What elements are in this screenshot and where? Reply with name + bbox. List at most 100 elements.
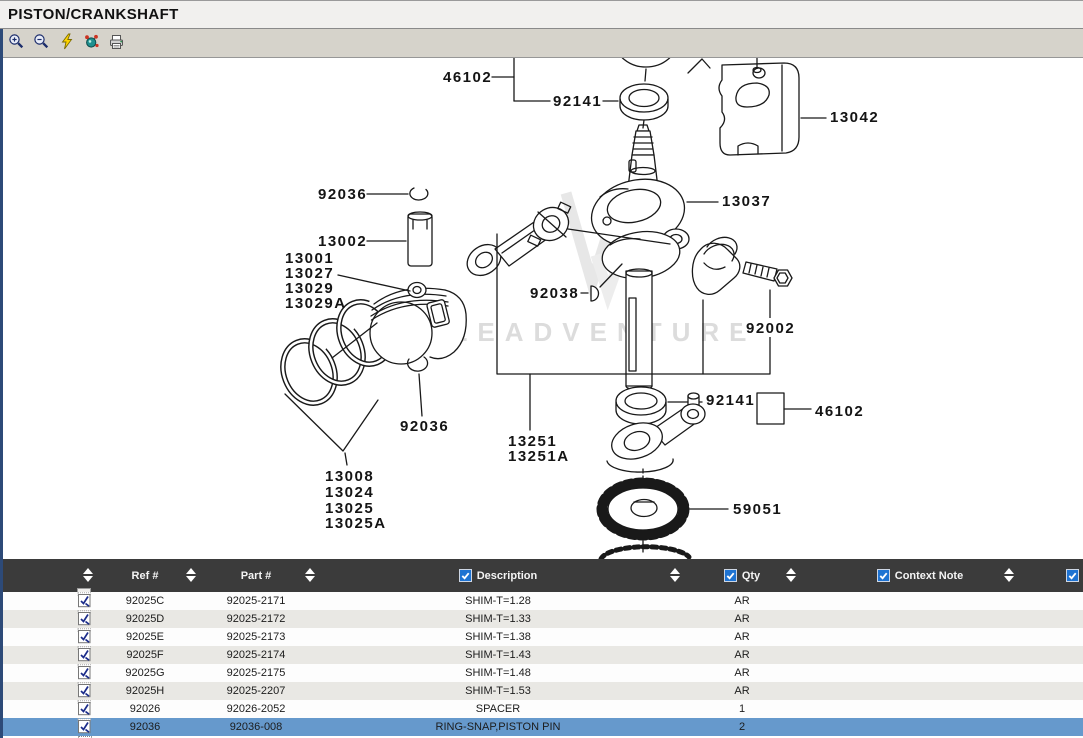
part-label[interactable]: 92036 bbox=[318, 186, 367, 203]
part-label[interactable]: 46102 bbox=[443, 69, 492, 86]
qty-cell: AR bbox=[664, 664, 820, 682]
description-column-checkbox[interactable] bbox=[459, 569, 472, 582]
sort-arrows[interactable] bbox=[786, 568, 797, 584]
order-sheet-icon[interactable] bbox=[77, 718, 92, 736]
print-icon bbox=[108, 34, 125, 53]
context-note-cell bbox=[820, 700, 1020, 718]
print-button[interactable] bbox=[107, 33, 125, 53]
description-cell: SHIM-T=1.48 bbox=[332, 664, 664, 682]
ref-cell: 92025F bbox=[110, 646, 180, 664]
part-label[interactable]: 13029A bbox=[285, 295, 347, 312]
part-label[interactable]: 13042 bbox=[830, 109, 879, 126]
part-label[interactable]: 92036 bbox=[400, 418, 449, 435]
description-cell: SHIM-T=1.38 bbox=[332, 628, 664, 646]
sort-arrows[interactable] bbox=[186, 568, 197, 584]
sort-arrows[interactable] bbox=[670, 568, 681, 584]
context-note-cell bbox=[820, 664, 1020, 682]
qty-cell: AR bbox=[664, 628, 820, 646]
qty-column-checkbox[interactable] bbox=[724, 569, 737, 582]
parts-table-header: Ref # Part # Description Qty Context Not… bbox=[0, 559, 1083, 592]
table-row[interactable]: 92026 92026-2052 SPACER 1 bbox=[0, 700, 1083, 718]
order-sheet-icon[interactable] bbox=[77, 610, 92, 628]
part-number-cell: 92025-2172 bbox=[180, 610, 332, 628]
ref-cell: 92025C bbox=[110, 592, 180, 610]
part-label[interactable]: 92002 bbox=[746, 320, 795, 337]
part-label[interactable]: 59051 bbox=[733, 501, 782, 518]
zoom-in-button[interactable] bbox=[7, 33, 25, 53]
qty-cell: 2 bbox=[664, 718, 820, 736]
order-sheet-icon[interactable] bbox=[77, 682, 92, 700]
description-cell: RING-SNAP,PISTON PIN bbox=[332, 718, 664, 736]
part-number-cell: 92036-008 bbox=[180, 718, 332, 736]
window-left-border bbox=[0, 29, 3, 738]
part-label[interactable]: 92141 bbox=[553, 93, 602, 110]
extra-cell bbox=[1020, 610, 1083, 628]
sort-arrows[interactable] bbox=[1004, 568, 1015, 584]
column-header-description: Description bbox=[332, 559, 664, 592]
table-row[interactable]: 92025G 92025-2175 SHIM-T=1.48 AR bbox=[0, 664, 1083, 682]
order-sheet-icon[interactable] bbox=[77, 664, 92, 682]
context-note-cell bbox=[820, 592, 1020, 610]
part-label[interactable]: 13024 bbox=[325, 484, 374, 501]
description-cell: SPACER bbox=[332, 700, 664, 718]
order-sheet-icon[interactable] bbox=[77, 646, 92, 664]
part-number-cell: 92025-2207 bbox=[180, 682, 332, 700]
qty-cell: AR bbox=[664, 592, 820, 610]
ref-cell: 92025D bbox=[110, 610, 180, 628]
description-cell: SHIM-T=1.43 bbox=[332, 646, 664, 664]
extra-cell bbox=[1020, 682, 1083, 700]
ref-cell: 92025G bbox=[110, 664, 180, 682]
part-number-cell: 92025-2171 bbox=[180, 592, 332, 610]
zoom-out-button[interactable] bbox=[32, 33, 50, 53]
quick-order-button[interactable] bbox=[57, 33, 75, 53]
order-sheet-icon[interactable] bbox=[77, 592, 92, 610]
exploded-parts-diagram[interactable]: LEADVENTURE bbox=[0, 58, 1083, 559]
parts-catalog-window: PISTON/CRANKSHAFT bbox=[0, 0, 1083, 738]
part-label[interactable]: 92038 bbox=[530, 285, 579, 302]
description-cell: SHIM-T=1.33 bbox=[332, 610, 664, 628]
context-note-cell bbox=[820, 610, 1020, 628]
hotspots-button[interactable] bbox=[82, 33, 100, 53]
qty-cell: AR bbox=[664, 646, 820, 664]
table-row[interactable]: 92036 92036-008 RING-SNAP,PISTON PIN 2 bbox=[0, 718, 1083, 736]
part-number-cell: 92026-2052 bbox=[180, 700, 332, 718]
parts-table-body: 92025C 92025-2171 SHIM-T=1.28 AR 92025D … bbox=[0, 592, 1083, 736]
table-row[interactable]: 92025D 92025-2172 SHIM-T=1.33 AR bbox=[0, 610, 1083, 628]
table-row[interactable]: 92025E 92025-2173 SHIM-T=1.38 AR bbox=[0, 628, 1083, 646]
lightning-icon bbox=[59, 33, 74, 53]
extra-cell bbox=[1020, 592, 1083, 610]
part-label[interactable]: 92141 bbox=[706, 392, 755, 409]
parts-diagram-svg: LEADVENTURE bbox=[0, 58, 1083, 559]
extra-column-checkbox[interactable] bbox=[1066, 569, 1079, 582]
part-number-cell: 92025-2174 bbox=[180, 646, 332, 664]
order-sheet-icon[interactable] bbox=[77, 700, 92, 718]
parts-table: Ref # Part # Description Qty Context Not… bbox=[0, 559, 1083, 738]
sort-arrows[interactable] bbox=[305, 568, 316, 584]
context-note-cell bbox=[820, 682, 1020, 700]
extra-cell bbox=[1020, 628, 1083, 646]
part-label[interactable]: 46102 bbox=[815, 403, 864, 420]
part-label[interactable]: 13025A bbox=[325, 515, 387, 532]
qty-cell: 1 bbox=[664, 700, 820, 718]
extra-cell bbox=[1020, 700, 1083, 718]
part-label[interactable]: 13008 bbox=[325, 468, 374, 485]
ref-cell: 92026 bbox=[110, 700, 180, 718]
order-sheet-icon[interactable] bbox=[77, 628, 92, 646]
extra-cell bbox=[1020, 718, 1083, 736]
context-note-cell bbox=[820, 718, 1020, 736]
qty-cell: AR bbox=[664, 682, 820, 700]
part-label[interactable]: 13037 bbox=[722, 193, 771, 210]
ref-cell: 92025H bbox=[110, 682, 180, 700]
part-label[interactable]: 13002 bbox=[318, 233, 367, 250]
qty-cell: AR bbox=[664, 610, 820, 628]
table-row[interactable]: 92025C 92025-2171 SHIM-T=1.28 AR bbox=[0, 592, 1083, 610]
table-row[interactable]: 92025H 92025-2207 SHIM-T=1.53 AR bbox=[0, 682, 1083, 700]
sort-arrows[interactable] bbox=[83, 568, 94, 584]
extra-cell bbox=[1020, 646, 1083, 664]
table-row[interactable]: 92025F 92025-2174 SHIM-T=1.43 AR bbox=[0, 646, 1083, 664]
column-header-context-note: Context Note bbox=[820, 559, 1020, 592]
part-label[interactable]: 13251A bbox=[508, 448, 570, 465]
context-note-cell bbox=[820, 646, 1020, 664]
context-note-column-checkbox[interactable] bbox=[877, 569, 890, 582]
zoom-out-icon bbox=[33, 33, 49, 53]
